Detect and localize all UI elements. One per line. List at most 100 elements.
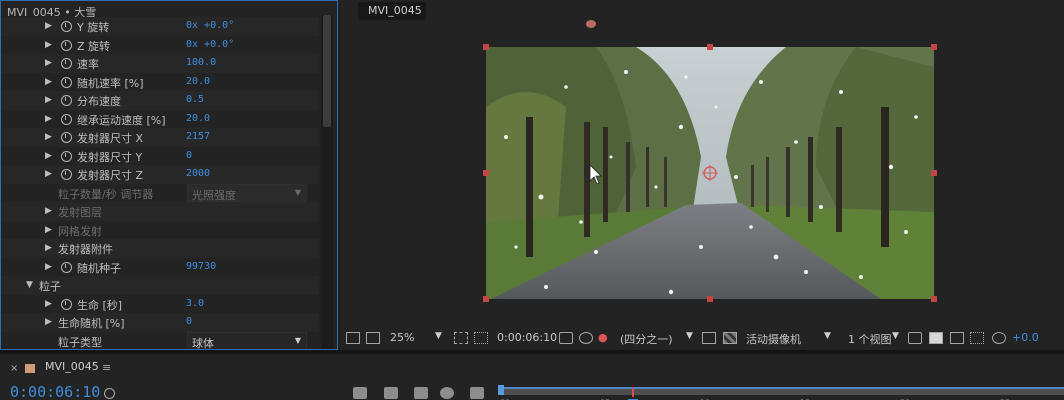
- property-row[interactable]: ▶ 随机种子 99730: [1, 258, 319, 277]
- property-row[interactable]: ▶ 发射图层: [1, 202, 319, 221]
- show-snapshot-icon[interactable]: [579, 332, 593, 344]
- expand-triangle-icon[interactable]: ▶: [45, 114, 52, 124]
- shy-layers-icon[interactable]: [414, 387, 428, 399]
- transform-handle-bottom[interactable]: [707, 296, 713, 302]
- property-value[interactable]: 3.0: [186, 298, 204, 309]
- chevron-down-icon[interactable]: ▼: [686, 331, 693, 341]
- motion-blur-icon[interactable]: [470, 387, 484, 399]
- stopwatch-icon[interactable]: [61, 169, 72, 180]
- property-value[interactable]: 2000: [186, 168, 210, 179]
- expand-triangle-icon[interactable]: ▶: [45, 40, 52, 50]
- property-value[interactable]: 0: [186, 150, 192, 161]
- property-value[interactable]: 100.0: [186, 57, 216, 68]
- property-row[interactable]: ▶ 生命随机 [%] 0: [1, 313, 319, 332]
- transparency-grid-icon[interactable]: [723, 332, 737, 344]
- exposure-value[interactable]: +0.0: [1012, 331, 1039, 347]
- expand-triangle-icon[interactable]: ▶: [45, 243, 52, 253]
- expand-triangle-icon[interactable]: ▶: [45, 169, 52, 179]
- expand-triangle-icon[interactable]: ▶: [45, 77, 52, 87]
- property-value[interactable]: 99730: [186, 261, 216, 272]
- region-of-interest-icon[interactable]: [474, 332, 488, 344]
- draft-3d-icon[interactable]: [929, 332, 943, 344]
- viewer-timecode[interactable]: 0:00:06:10: [497, 331, 557, 347]
- timeline-timecode[interactable]: 0:00:06:10: [10, 383, 100, 400]
- camera-select[interactable]: 活动摄像机: [746, 331, 801, 347]
- always-preview-icon[interactable]: [346, 332, 360, 344]
- monitor-icon[interactable]: [366, 332, 380, 344]
- timeline-icon[interactable]: [950, 332, 964, 344]
- expand-triangle-icon[interactable]: ▶: [45, 151, 52, 161]
- playhead-line[interactable]: [632, 387, 634, 397]
- expand-triangle-icon[interactable]: ▶: [45, 262, 52, 272]
- property-row[interactable]: ▶ Z 旋转 0x +0.0°: [1, 36, 319, 55]
- property-row[interactable]: ▶ 随机速率 [%] 20.0: [1, 73, 319, 92]
- property-row[interactable]: ▶ 发射器尺寸 Z 2000: [1, 165, 319, 184]
- stopwatch-icon[interactable]: [61, 21, 72, 32]
- property-value[interactable]: 0x +0.0°: [186, 39, 234, 50]
- property-value[interactable]: 0x +0.0°: [186, 20, 234, 31]
- snapshot-icon[interactable]: [559, 332, 573, 344]
- property-row[interactable]: ▶ 发射器附件: [1, 239, 319, 258]
- stopwatch-icon[interactable]: [61, 298, 72, 310]
- color-channel-icon[interactable]: ●: [598, 331, 608, 347]
- chevron-down-icon[interactable]: ▼: [435, 331, 442, 341]
- property-row[interactable]: ▼ 粒子: [1, 276, 319, 295]
- stopwatch-icon[interactable]: [61, 76, 72, 88]
- transform-handle-bottom-right[interactable]: [931, 296, 937, 302]
- composition-frame[interactable]: [486, 47, 934, 299]
- search-icon[interactable]: [104, 388, 115, 399]
- stopwatch-icon[interactable]: [61, 58, 72, 69]
- stopwatch-icon[interactable]: [61, 132, 72, 143]
- transform-handle-top-left[interactable]: [483, 44, 489, 50]
- work-area-start-handle[interactable]: [498, 385, 504, 395]
- scrollbar-thumb[interactable]: [323, 15, 331, 127]
- property-row[interactable]: ▶ 速率 100.0: [1, 54, 319, 73]
- work-area-bar[interactable]: [498, 385, 1064, 395]
- panel-menu-icon[interactable]: ≡: [102, 361, 111, 374]
- layer-anchor-marker[interactable]: [586, 20, 596, 28]
- chevron-down-icon[interactable]: ▼: [824, 331, 831, 341]
- stopwatch-icon[interactable]: [61, 95, 72, 106]
- comp-mini-flowchart-icon[interactable]: [353, 387, 367, 399]
- expand-triangle-icon[interactable]: ▶: [45, 299, 52, 309]
- expand-triangle-icon[interactable]: ▶: [45, 21, 52, 31]
- property-row[interactable]: ▶ 生命 [秒] 3.0: [1, 295, 319, 314]
- expand-triangle-icon[interactable]: ▶: [45, 225, 52, 235]
- property-dropdown[interactable]: 光照强度 ▼: [187, 183, 307, 202]
- grid-icon[interactable]: [454, 332, 468, 344]
- stopwatch-icon[interactable]: [61, 150, 72, 162]
- transform-handle-right[interactable]: [931, 170, 937, 176]
- panel-scrollbar[interactable]: [321, 15, 333, 349]
- expand-triangle-icon[interactable]: ▼: [26, 280, 33, 290]
- fast-previews-icon[interactable]: [702, 332, 716, 344]
- zoom-select[interactable]: 25%: [390, 331, 414, 347]
- property-value[interactable]: 0.5: [186, 94, 204, 105]
- view-layout-select[interactable]: 1 个视图: [848, 331, 892, 347]
- flowchart-icon[interactable]: [970, 332, 984, 344]
- expand-triangle-icon[interactable]: ▶: [45, 132, 52, 142]
- stopwatch-icon[interactable]: [61, 113, 72, 125]
- stopwatch-icon[interactable]: [61, 39, 72, 51]
- property-row[interactable]: ▶ 网格发射: [1, 221, 319, 240]
- property-row[interactable]: ▶ 发射器尺寸 X 2157: [1, 128, 319, 147]
- frame-blending-icon[interactable]: [440, 387, 454, 399]
- property-value[interactable]: 2157: [186, 131, 210, 142]
- draft-3d-toggle-icon[interactable]: [384, 387, 398, 399]
- expand-triangle-icon[interactable]: ▶: [45, 95, 52, 105]
- transform-handle-bottom-left[interactable]: [483, 296, 489, 302]
- property-dropdown[interactable]: 球体 ▼: [187, 331, 307, 349]
- exposure-icon[interactable]: [992, 332, 1006, 344]
- property-row[interactable]: 粒子类型 球体 ▼: [1, 331, 319, 349]
- property-row[interactable]: 粒子数量/秒 调节器 光照强度 ▼: [1, 183, 319, 203]
- property-value[interactable]: 20.0: [186, 113, 210, 124]
- property-row[interactable]: ▶ 分布速度 0.5: [1, 91, 319, 110]
- expand-triangle-icon[interactable]: ▶: [45, 58, 52, 68]
- stopwatch-icon[interactable]: [61, 261, 72, 273]
- property-row[interactable]: ▶ 继承运动速度 [%] 20.0: [1, 110, 319, 129]
- resolution-select[interactable]: (四分之一): [620, 331, 673, 347]
- tab-timeline[interactable]: MVI_0045: [45, 360, 99, 373]
- expand-triangle-icon[interactable]: ▶: [45, 206, 52, 216]
- property-value[interactable]: 20.0: [186, 76, 210, 87]
- property-value[interactable]: 0: [186, 316, 192, 327]
- transform-handle-top-right[interactable]: [931, 44, 937, 50]
